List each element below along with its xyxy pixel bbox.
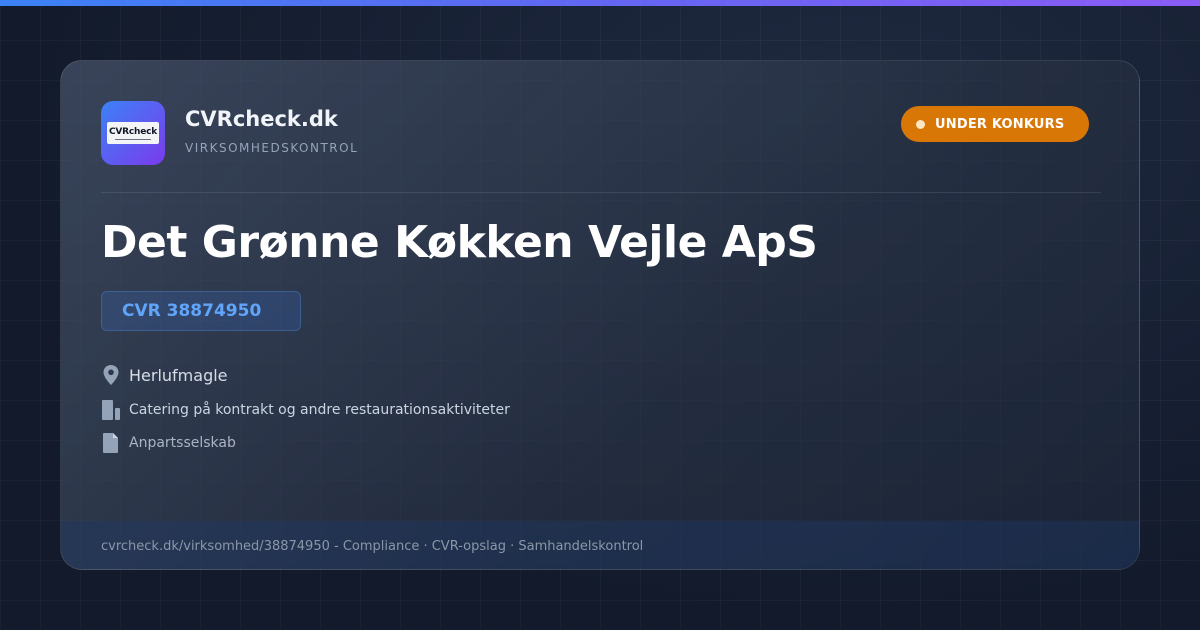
legal-form-row: Anpartsselskab	[101, 432, 236, 454]
footer-link-text[interactable]: cvrcheck.dk/virksomhed/38874950 - Compli…	[101, 539, 643, 554]
company-card: CVRcheck CVRcheck.dk VIRKSOMHEDSKONTROL …	[60, 60, 1140, 570]
logo-text: CVRcheck	[108, 126, 158, 137]
company-name: Det Grønne Køkken Vejle ApS	[101, 217, 818, 268]
card-footer: cvrcheck.dk/virksomhed/38874950 - Compli…	[61, 521, 1139, 569]
logo-plate: CVRcheck	[107, 122, 159, 144]
industry-row: Catering på kontrakt og andre restaurati…	[101, 399, 510, 421]
document-icon	[101, 432, 121, 454]
cvr-chip: CVR 38874950	[101, 291, 301, 331]
status-dot-icon	[916, 119, 925, 129]
location-pin-icon	[101, 364, 121, 386]
cvr-number: CVR 38874950	[122, 301, 262, 321]
industry-text: Catering på kontrakt og andre restaurati…	[129, 402, 510, 418]
building-icon	[101, 399, 121, 421]
location-text: Herlufmagle	[129, 365, 228, 385]
top-accent-bar	[0, 0, 1200, 6]
brand-name: CVRcheck.dk	[185, 107, 338, 131]
legal-form-text: Anpartsselskab	[129, 435, 236, 451]
header-divider	[101, 192, 1101, 193]
logo-underline	[115, 138, 151, 140]
location-row: Herlufmagle	[101, 364, 228, 386]
brand-tagline: VIRKSOMHEDSKONTROL	[185, 141, 359, 155]
status-label: UNDER KONKURS	[935, 116, 1065, 132]
status-badge: UNDER KONKURS	[901, 106, 1089, 142]
brand-logo: CVRcheck	[101, 101, 165, 165]
